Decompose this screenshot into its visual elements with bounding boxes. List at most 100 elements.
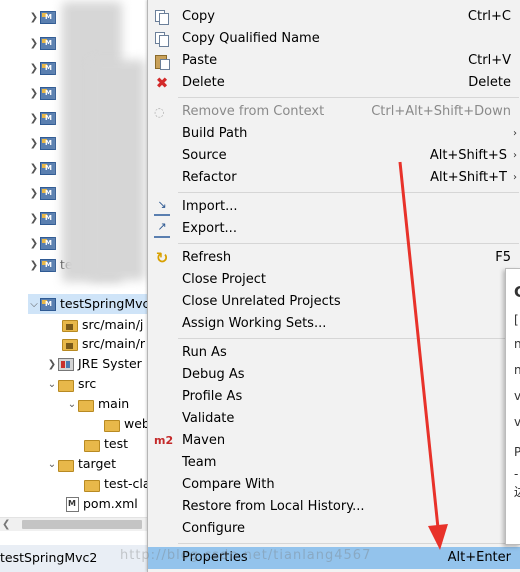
menu-item-source[interactable]: Source Alt+Shift+S › (148, 145, 520, 167)
chevron-right-icon[interactable]: ❯ (28, 234, 40, 254)
maven-project-icon: M (40, 187, 56, 200)
tree-label: src/main/r (82, 336, 146, 351)
chevron-right-icon[interactable]: ❯ (46, 355, 58, 375)
menu-item-label: Close Unrelated Projects (182, 294, 341, 309)
menu-item-team[interactable]: Team (148, 452, 520, 474)
chevron-down-icon[interactable]: ⌄ (46, 375, 58, 395)
menu-item-build-path[interactable]: Build Path › (148, 123, 520, 145)
chevron-down-icon[interactable]: ⌄ (66, 395, 78, 415)
background-window-fragment: C [ n n v v P - 边 (505, 268, 520, 545)
menu-item-run-as[interactable]: Run As (148, 342, 520, 364)
tree-row-blurred-4[interactable]: ❯ M (28, 83, 60, 103)
chevron-right-icon[interactable]: ❯ (28, 159, 40, 179)
menu-item-debug-as[interactable]: Debug As (148, 364, 520, 386)
chevron-down-icon[interactable]: ⌵ (28, 295, 40, 315)
chevron-right-icon[interactable]: ❯ (28, 109, 40, 129)
menu-item-profile-as[interactable]: Profile As (148, 386, 520, 408)
menu-item-compare-with[interactable]: Compare With (148, 474, 520, 496)
menu-item-assign-working-sets[interactable]: Assign Working Sets... (148, 313, 520, 335)
tree-label: test-cla (104, 476, 150, 491)
export-icon: ↗ (154, 221, 170, 238)
menu-item-paste[interactable]: Paste Ctrl+V (148, 50, 520, 72)
tree-row-blurred-8[interactable]: ❯ M (28, 183, 60, 203)
tree-label: JRE Syster (78, 356, 142, 371)
menu-separator (178, 338, 519, 339)
menu-item-close-project[interactable]: Close Project (148, 269, 520, 291)
tree-row-blurred-3[interactable]: ❯ M (28, 58, 60, 78)
import-icon: ↘ (154, 199, 170, 216)
tree-row-blurred-10[interactable]: ❯ M (28, 233, 60, 253)
popup-fragment-text: - (514, 467, 519, 481)
menu-item-copy[interactable]: Copy Ctrl+C (148, 6, 520, 28)
tree-row-src-main-java[interactable]: src/main/j (62, 315, 143, 335)
delete-icon: ✖ (155, 74, 169, 92)
menu-item-label: Debug As (182, 367, 245, 382)
menu-item-validate[interactable]: Validate (148, 408, 520, 430)
folder-icon (104, 419, 120, 432)
maven-project-icon: M (40, 112, 56, 125)
tree-row-target[interactable]: ⌄ target (46, 454, 116, 474)
tree-row-web[interactable]: web (104, 414, 150, 434)
chevron-right-icon[interactable]: ❯ (28, 184, 40, 204)
menu-item-copy-qualified-name[interactable]: Copy Qualified Name (148, 28, 520, 50)
chevron-right-icon[interactable]: ❯ (28, 256, 40, 276)
folder-icon (58, 379, 74, 392)
tree-row-blurred-9[interactable]: ❯ M (28, 208, 60, 228)
menu-item-label: Copy Qualified Name (182, 31, 320, 46)
tree-row-test-folder[interactable]: test (84, 434, 128, 454)
folder-icon (84, 439, 100, 452)
folder-icon (78, 399, 94, 412)
tree-label: target (78, 456, 117, 471)
chevron-right-icon[interactable]: ❯ (28, 34, 40, 54)
menu-item-export[interactable]: ↗ Export... (148, 218, 520, 240)
horizontal-scrollbar[interactable]: ❮ (0, 517, 150, 531)
tree-row-project[interactable]: ⌵ MtestSpringMvc (28, 294, 150, 314)
menu-item-restore-from-local-history[interactable]: Restore from Local History... (148, 496, 520, 518)
maven-project-icon: M (40, 212, 56, 225)
tree-row-src[interactable]: ⌄ src (46, 374, 96, 394)
chevron-right-icon[interactable]: ❯ (28, 134, 40, 154)
tree-row-test-classes[interactable]: test-cla (84, 474, 150, 494)
menu-item-refactor[interactable]: Refactor Alt+Shift+T › (148, 167, 520, 189)
menu-item-configure[interactable]: Configure (148, 518, 520, 540)
menu-separator (178, 97, 519, 98)
chevron-right-icon[interactable]: ❯ (28, 209, 40, 229)
menu-item-accelerator: Ctrl+C (467, 9, 511, 24)
chevron-right-icon[interactable]: ❯ (28, 59, 40, 79)
maven-project-icon: M (40, 162, 56, 175)
menu-item-label: Refactor (182, 170, 237, 185)
tree-row-blurred-1[interactable]: ❯ M (28, 7, 60, 27)
tree-row-main[interactable]: ⌄ main (66, 394, 129, 414)
menu-item-refresh[interactable]: ↻ Refresh F5 (148, 247, 520, 269)
popup-fragment-text: v (514, 389, 520, 403)
tree-row-blurred-2[interactable]: ❯ M (28, 33, 60, 53)
tree-row-blurred-7[interactable]: ❯ M (28, 158, 60, 178)
scrollbar-thumb[interactable] (22, 520, 142, 529)
maven-project-icon: M (40, 62, 56, 75)
folder-icon (84, 479, 100, 492)
tree-row-blurred-5[interactable]: ❯ M (28, 108, 60, 128)
menu-item-delete[interactable]: ✖ Delete Delete (148, 72, 520, 94)
tree-row-jre-system[interactable]: ❯ JRE Syster (46, 354, 142, 374)
menu-item-label: Configure (182, 521, 246, 536)
menu-item-label: Restore from Local History... (182, 499, 365, 514)
popup-fragment-text: [ (514, 313, 519, 327)
privacy-blur (90, 60, 145, 280)
chevron-right-icon[interactable]: ❯ (28, 8, 40, 28)
chevron-down-icon[interactable]: ⌄ (46, 455, 58, 475)
maven-icon: m2 (154, 434, 174, 447)
tree-row-blurred-6[interactable]: ❯ M (28, 133, 60, 153)
maven-project-icon: M (40, 37, 56, 50)
watermark: http://blog.csdn.net/tianlang4567 (120, 548, 372, 563)
popup-fragment-text: 边 (514, 483, 520, 500)
tree-row-pom[interactable]: pom.xml (66, 494, 138, 514)
menu-item-maven[interactable]: m2 Maven (148, 430, 520, 452)
tree-label-project: testSpringMvc (60, 296, 150, 311)
chevron-right-icon[interactable]: ❯ (28, 84, 40, 104)
scroll-left-arrow-icon[interactable]: ❮ (2, 518, 10, 531)
menu-item-label: Remove from Context (182, 104, 325, 119)
remove-context-icon: ◌ (154, 105, 165, 119)
menu-item-import[interactable]: ↘ Import... (148, 196, 520, 218)
tree-row-src-main-resources[interactable]: src/main/r (62, 334, 145, 354)
menu-item-close-unrelated-projects[interactable]: Close Unrelated Projects (148, 291, 520, 313)
